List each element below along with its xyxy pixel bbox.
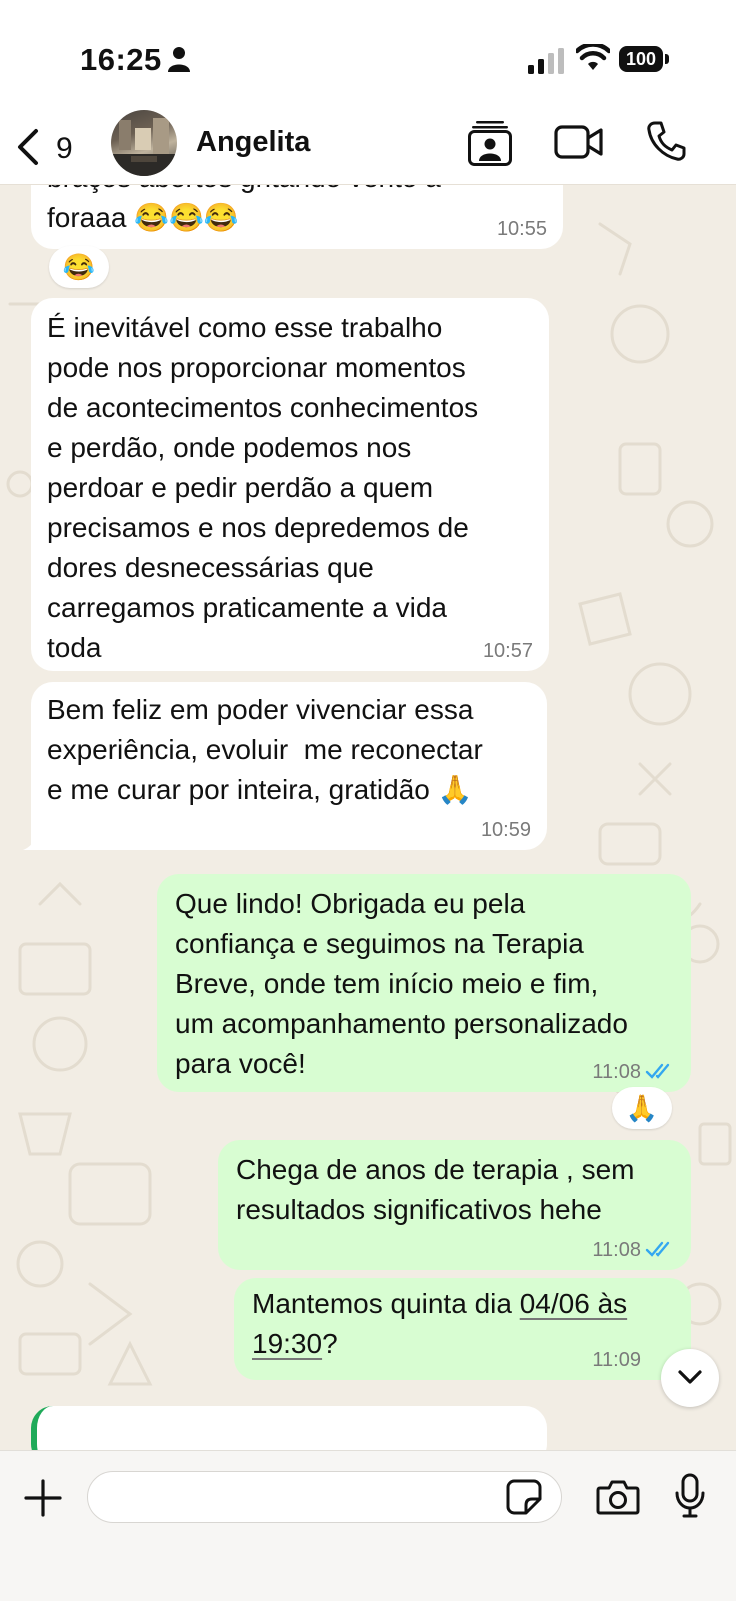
sticker-icon[interactable] [506, 1479, 542, 1515]
message-meta: 11:08 [592, 1060, 675, 1084]
message-time: 11:08 [592, 1061, 641, 1083]
message-bubble-partial [31, 1406, 547, 1450]
plus-icon[interactable] [24, 1479, 62, 1517]
avatar[interactable] [111, 110, 177, 176]
signal-icon [528, 48, 564, 74]
input-bar [0, 1450, 736, 1601]
message-bubble-incoming[interactable]: É inevitável como esse trabalho pode nos… [31, 298, 549, 671]
message-text: braços abertos gritando vento a foraaa 😂… [47, 184, 441, 233]
person-icon [168, 47, 190, 72]
message-text: Que lindo! Obrigada eu pela confiança e … [175, 888, 628, 1079]
time-link[interactable]: 19:30 [252, 1328, 322, 1359]
read-ticks-icon [645, 1063, 670, 1079]
message-time: 11:08 [592, 1239, 641, 1261]
message-text: Chega de anos de terapia , sem resultado… [236, 1154, 635, 1225]
chevron-down-icon [678, 1370, 702, 1384]
contact-card-icon[interactable] [468, 120, 512, 166]
message-time: 10:59 [480, 819, 531, 841]
message-time: 10:57 [482, 640, 533, 662]
back-button[interactable]: 9 [14, 122, 84, 172]
read-ticks-icon [645, 1241, 670, 1257]
camera-icon[interactable] [596, 1479, 640, 1515]
message-meta: 11:09 [592, 1348, 641, 1372]
message-bubble-incoming[interactable]: Bem feliz em poder vivenciar essa experi… [23, 682, 547, 850]
back-chevron-icon [18, 129, 38, 165]
chat-header: 9 Angelita [0, 108, 736, 185]
message-text: Bem feliz em poder vivenciar essa experi… [47, 694, 483, 805]
contact-name[interactable]: Angelita [196, 126, 310, 159]
status-bar: 16:25 100 [0, 0, 736, 110]
message-bubble-outgoing[interactable]: Chega de anos de terapia , sem resultado… [218, 1140, 691, 1270]
message-meta: 11:08 [592, 1238, 675, 1262]
unread-count: 9 [56, 132, 73, 165]
chat-area[interactable]: braços abertos gritando vento a foraaa 😂… [0, 184, 736, 1450]
message-bubble-outgoing[interactable]: Que lindo! Obrigada eu pela confiança e … [157, 874, 691, 1092]
message-bubble-incoming[interactable]: braços abertos gritando vento a foraaa 😂… [31, 184, 563, 249]
microphone-icon[interactable] [674, 1473, 706, 1519]
bubble-tail [23, 828, 45, 850]
message-reaction[interactable]: 🙏 [612, 1087, 672, 1129]
scroll-to-bottom-button[interactable] [661, 1349, 719, 1407]
message-input[interactable] [87, 1471, 562, 1523]
message-text: É inevitável como esse trabalho pode nos… [47, 312, 479, 663]
message-time: 10:55 [496, 218, 547, 240]
message-reaction[interactable]: 😂 [49, 246, 109, 288]
battery-level: 100 [619, 46, 663, 72]
video-call-icon[interactable] [554, 124, 604, 160]
message-time: 11:09 [592, 1349, 641, 1371]
battery-indicator: 100 [619, 46, 669, 72]
message-bubble-outgoing[interactable]: Mantemos quinta dia 04/06 às 19:30? 11:0… [234, 1278, 691, 1380]
status-time: 16:25 [80, 42, 162, 77]
date-link[interactable]: 04/06 às [520, 1288, 627, 1319]
phone-icon[interactable] [646, 120, 686, 162]
wifi-icon [576, 44, 610, 70]
